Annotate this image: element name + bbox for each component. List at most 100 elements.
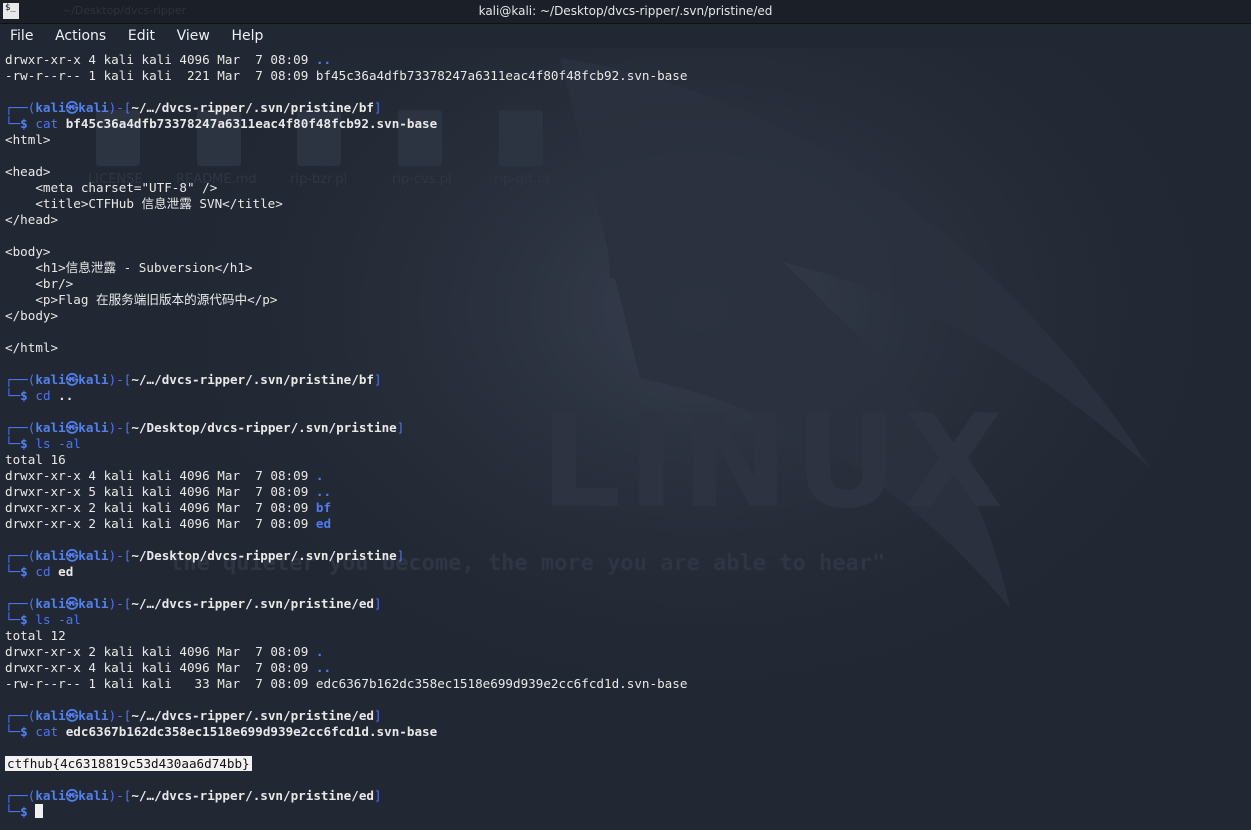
command: cat — [35, 116, 59, 131]
terminal-line: <h1>信息泄露 - Subversion</h1> — [5, 260, 1245, 276]
file-name: bf45c36a4dfb73378247a6311eac4f80f48fcb92… — [315, 68, 688, 83]
file-meta: 1 kali kali 221 Mar 7 08:09 — [80, 68, 316, 83]
directory-name: bf — [315, 500, 332, 515]
file-permissions: drwxr-xr-x — [5, 484, 81, 499]
prompt-path: ~/…/dvcs-ripper/.svn/pristine/ed — [131, 596, 375, 611]
file-meta: 4 kali kali 4096 Mar 7 08:09 — [80, 468, 316, 483]
terminal-line: └─$ cd ed — [5, 564, 1245, 580]
prompt-user: kali — [35, 548, 66, 563]
prompt-branch: ┌──( — [5, 548, 36, 563]
menu-help[interactable]: Help — [232, 24, 264, 48]
prompt-branch: ┌──( — [5, 708, 36, 723]
terminal-line: drwxr-xr-x 4 kali kali 4096 Mar 7 08:09 … — [5, 52, 1245, 68]
terminal-line: -rw-r--r-- 1 kali kali 221 Mar 7 08:09 b… — [5, 68, 1245, 84]
prompt-user: kali — [35, 372, 66, 387]
terminal-line: ctfhub{4c6318819c53d430aa6d74bb} — [5, 756, 1245, 772]
output-text: <h1>信息泄露 - Subversion</h1> — [5, 260, 253, 275]
menu-edit[interactable]: Edit — [128, 24, 155, 48]
title-bar[interactable]: $_ ~/Desktop/dvcs-ripper kali@kali: ~/De… — [0, 0, 1251, 24]
terminal-line: <meta charset="UTF-8" /> — [5, 180, 1245, 196]
terminal-line: <head> — [5, 164, 1245, 180]
command: ls -al — [35, 612, 81, 627]
terminal-line: <title>CTFHub 信息泄露 SVN</title> — [5, 196, 1245, 212]
menu-file[interactable]: File — [10, 24, 33, 48]
terminal-line: ┌──(kali㉿kali)-[~/…/dvcs-ripper/.svn/pri… — [5, 100, 1245, 116]
output-text: <html> — [5, 132, 51, 147]
prompt-dollar: $ — [20, 612, 28, 627]
terminal-line: └─$ cd .. — [5, 388, 1245, 404]
terminal-line: <br/> — [5, 276, 1245, 292]
menu-actions[interactable]: Actions — [55, 24, 106, 48]
prompt-bracket-close: ] — [374, 788, 382, 803]
prompt-bracket-close: ] — [396, 548, 405, 563]
prompt-dollar: $ — [20, 436, 28, 451]
command-argument: edc6367b162dc358ec1518e699d939e2cc6fcd1d… — [58, 724, 438, 739]
prompt-dollar: $ — [20, 388, 28, 403]
terminal-line: </body> — [5, 308, 1245, 324]
terminal-output[interactable]: drwxr-xr-x 4 kali kali 4096 Mar 7 08:09 … — [5, 52, 1245, 820]
prompt-branch: ┌──( — [5, 372, 36, 387]
prompt-at-symbol: ㉿ — [65, 548, 79, 563]
file-permissions: drwxr-xr-x — [5, 468, 81, 483]
terminal-line: ┌──(kali㉿kali)-[~/Desktop/dvcs-ripper/.s… — [5, 548, 1245, 564]
prompt-bracket-close: ] — [374, 708, 382, 723]
terminal-line: ┌──(kali㉿kali)-[~/Desktop/dvcs-ripper/.s… — [5, 420, 1245, 436]
directory-name: .. — [315, 52, 332, 67]
directory-name: .. — [315, 484, 332, 499]
prompt-at-symbol: ㉿ — [65, 788, 79, 803]
terminal-line: drwxr-xr-x 4 kali kali 4096 Mar 7 08:09 … — [5, 468, 1245, 484]
prompt-at-symbol: ㉿ — [65, 596, 79, 611]
output-text: <br/> — [5, 276, 74, 291]
output-text: </body> — [5, 308, 59, 323]
terminal-line: drwxr-xr-x 5 kali kali 4096 Mar 7 08:09 … — [5, 484, 1245, 500]
terminal-viewport[interactable]: LICENSE README.md rip-bzr.pl rip-cvs.pl … — [0, 48, 1251, 830]
prompt-user: kali — [35, 100, 66, 115]
output-text: <meta charset="UTF-8" /> — [5, 180, 218, 195]
terminal-line: └─$ cat bf45c36a4dfb73378247a6311eac4f80… — [5, 116, 1245, 132]
prompt-branch: └─ — [5, 116, 21, 131]
prompt-branch: └─ — [5, 612, 21, 627]
prompt-branch: └─ — [5, 804, 21, 819]
window-title: kali@kali: ~/Desktop/dvcs-ripper/.svn/pr… — [478, 4, 773, 18]
terminal-line: drwxr-xr-x 2 kali kali 4096 Mar 7 08:09 … — [5, 644, 1245, 660]
terminal-line: ┌──(kali㉿kali)-[~/…/dvcs-ripper/.svn/pri… — [5, 788, 1245, 804]
prompt-host: kali — [78, 788, 109, 803]
file-meta: 2 kali kali 4096 Mar 7 08:09 — [80, 644, 316, 659]
directory-name: . — [315, 468, 324, 483]
prompt-branch: └─ — [5, 388, 21, 403]
file-permissions: drwxr-xr-x — [5, 52, 81, 67]
file-meta: 2 kali kali 4096 Mar 7 08:09 — [80, 500, 316, 515]
menu-view[interactable]: View — [177, 24, 210, 48]
prompt-bracket-close: ] — [396, 420, 405, 435]
prompt-bracket-open: )-[ — [108, 420, 132, 435]
terminal-line: drwxr-xr-x 2 kali kali 4096 Mar 7 08:09 … — [5, 500, 1245, 516]
prompt-path: ~/…/dvcs-ripper/.svn/pristine/ed — [131, 788, 375, 803]
directory-name: .. — [315, 660, 332, 675]
file-meta: 5 kali kali 4096 Mar 7 08:09 — [80, 484, 316, 499]
terminal-line: drwxr-xr-x 2 kali kali 4096 Mar 7 08:09 … — [5, 516, 1245, 532]
prompt-bracket-open: )-[ — [108, 596, 132, 611]
terminal-line: └─$ ls -al — [5, 436, 1245, 452]
file-meta: 2 kali kali 4096 Mar 7 08:09 — [80, 516, 316, 531]
directory-name: ed — [315, 516, 332, 531]
terminal-line: ┌──(kali㉿kali)-[~/…/dvcs-ripper/.svn/pri… — [5, 596, 1245, 612]
text-cursor — [35, 804, 44, 818]
prompt-bracket-open: )-[ — [108, 708, 132, 723]
terminal-line: -rw-r--r-- 1 kali kali 33 Mar 7 08:09 ed… — [5, 676, 1245, 692]
directory-name: . — [315, 644, 324, 659]
file-permissions: drwxr-xr-x — [5, 660, 81, 675]
prompt-bracket-open: )-[ — [108, 548, 132, 563]
command-argument: .. — [50, 388, 74, 403]
prompt-at-symbol: ㉿ — [65, 100, 79, 115]
output-text: </html> — [5, 340, 59, 355]
flag-text: ctfhub{4c6318819c53d430aa6d74bb} — [5, 756, 252, 771]
prompt-branch: └─ — [5, 724, 21, 739]
prompt-dollar: $ — [20, 116, 28, 131]
terminal-line: <body> — [5, 244, 1245, 260]
output-text: <p>Flag 在服务端旧版本的源代码中</p> — [5, 292, 278, 307]
